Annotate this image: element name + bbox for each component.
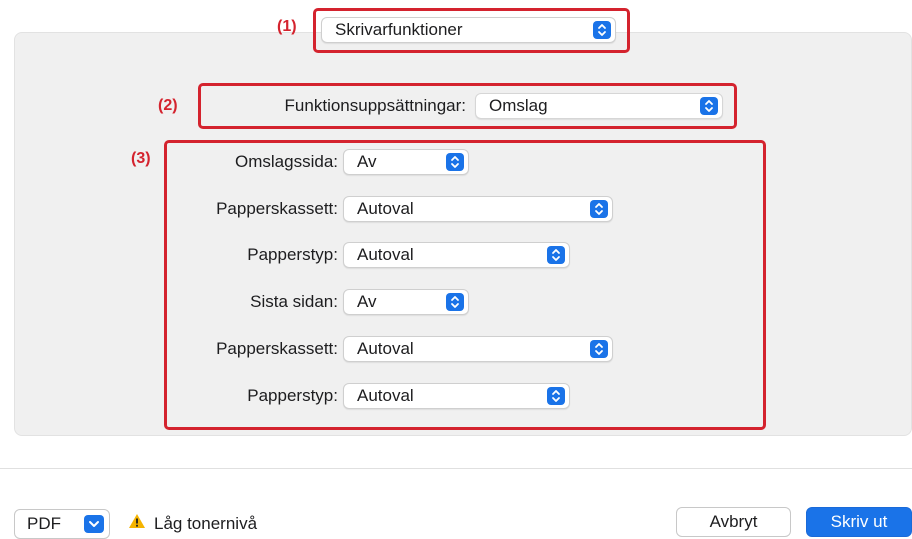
last-page-popup[interactable]: Av [343,289,469,315]
last-page-label: Sista sidan: [250,292,338,311]
up-down-chevron-icon [593,21,611,39]
up-down-chevron-icon [547,387,565,405]
printer-features-popup[interactable]: Skrivarfunktioner [321,17,616,43]
footer-divider [0,468,912,469]
printer-features-value: Skrivarfunktioner [335,20,463,39]
paper-type-label: Papperstyp: [247,245,338,264]
pdf-menu-button[interactable]: PDF [14,509,110,539]
chevron-down-icon [84,515,104,533]
feature-set-popup[interactable]: Omslag [475,93,723,119]
up-down-chevron-icon [547,246,565,264]
paper-type-value: Autoval [357,245,414,264]
cover-page-value: Av [357,152,377,171]
last-page-paper-tray-popup[interactable]: Autoval [343,336,613,362]
last-page-paper-type-label: Papperstyp: [247,386,338,405]
warning-text: Låg tonernivå [154,514,258,533]
warning-triangle-icon [128,511,146,537]
cover-page-popup[interactable]: Av [343,149,469,175]
callout-2: (2) [158,97,178,114]
callout-3: (3) [131,150,151,167]
last-page-paper-type-popup[interactable]: Autoval [343,383,570,409]
up-down-chevron-icon [590,340,608,358]
low-toner-warning: Låg tonernivå [128,511,257,537]
cancel-button[interactable]: Avbryt [676,507,791,537]
feature-set-value: Omslag [489,96,548,115]
paper-tray-value: Autoval [357,199,414,218]
paper-type-popup[interactable]: Autoval [343,242,570,268]
print-button[interactable]: Skriv ut [806,507,912,537]
feature-set-label: Funktionsuppsättningar: [284,96,466,115]
paper-tray-popup[interactable]: Autoval [343,196,613,222]
cover-page-label: Omslagssida: [235,152,338,171]
up-down-chevron-icon [446,293,464,311]
up-down-chevron-icon [700,97,718,115]
last-page-paper-tray-label: Papperskassett: [216,339,338,358]
last-page-paper-tray-value: Autoval [357,339,414,358]
callout-1: (1) [277,18,297,35]
pdf-label: PDF [27,514,61,533]
paper-tray-label: Papperskassett: [216,199,338,218]
up-down-chevron-icon [590,200,608,218]
last-page-value: Av [357,292,377,311]
up-down-chevron-icon [446,153,464,171]
last-page-paper-type-value: Autoval [357,386,414,405]
